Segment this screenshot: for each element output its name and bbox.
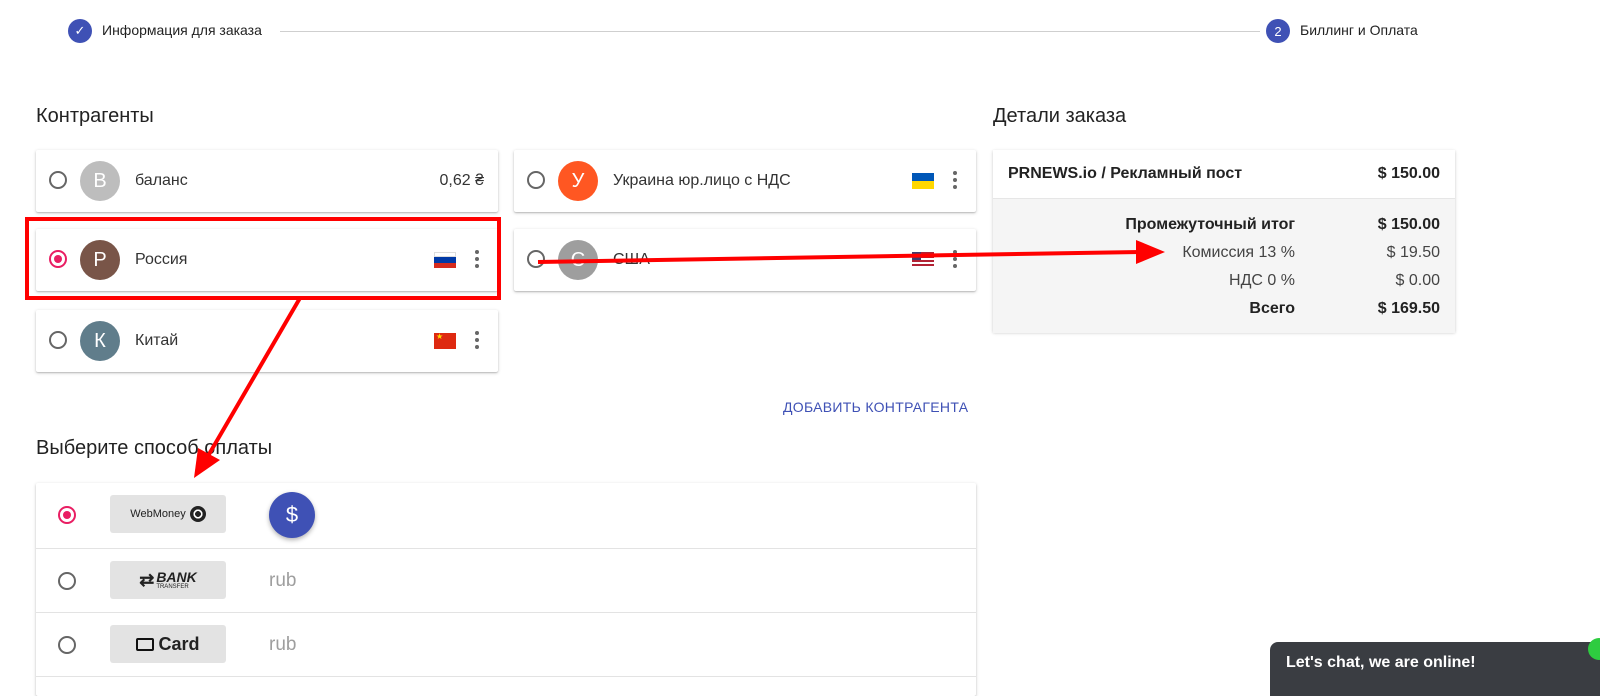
annotation-arrow-to-payment	[206, 296, 302, 458]
chat-label: Let's chat, we are online!	[1286, 654, 1476, 671]
annotation-arrow-to-commission	[537, 250, 1141, 264]
annotation-arrows	[194, 240, 1165, 478]
online-status-icon	[1588, 638, 1600, 660]
annotation-arrowhead	[194, 448, 220, 478]
annotation-arrowhead	[1136, 240, 1165, 264]
live-chat-widget[interactable]: Let's chat, we are online!	[1270, 638, 1600, 696]
